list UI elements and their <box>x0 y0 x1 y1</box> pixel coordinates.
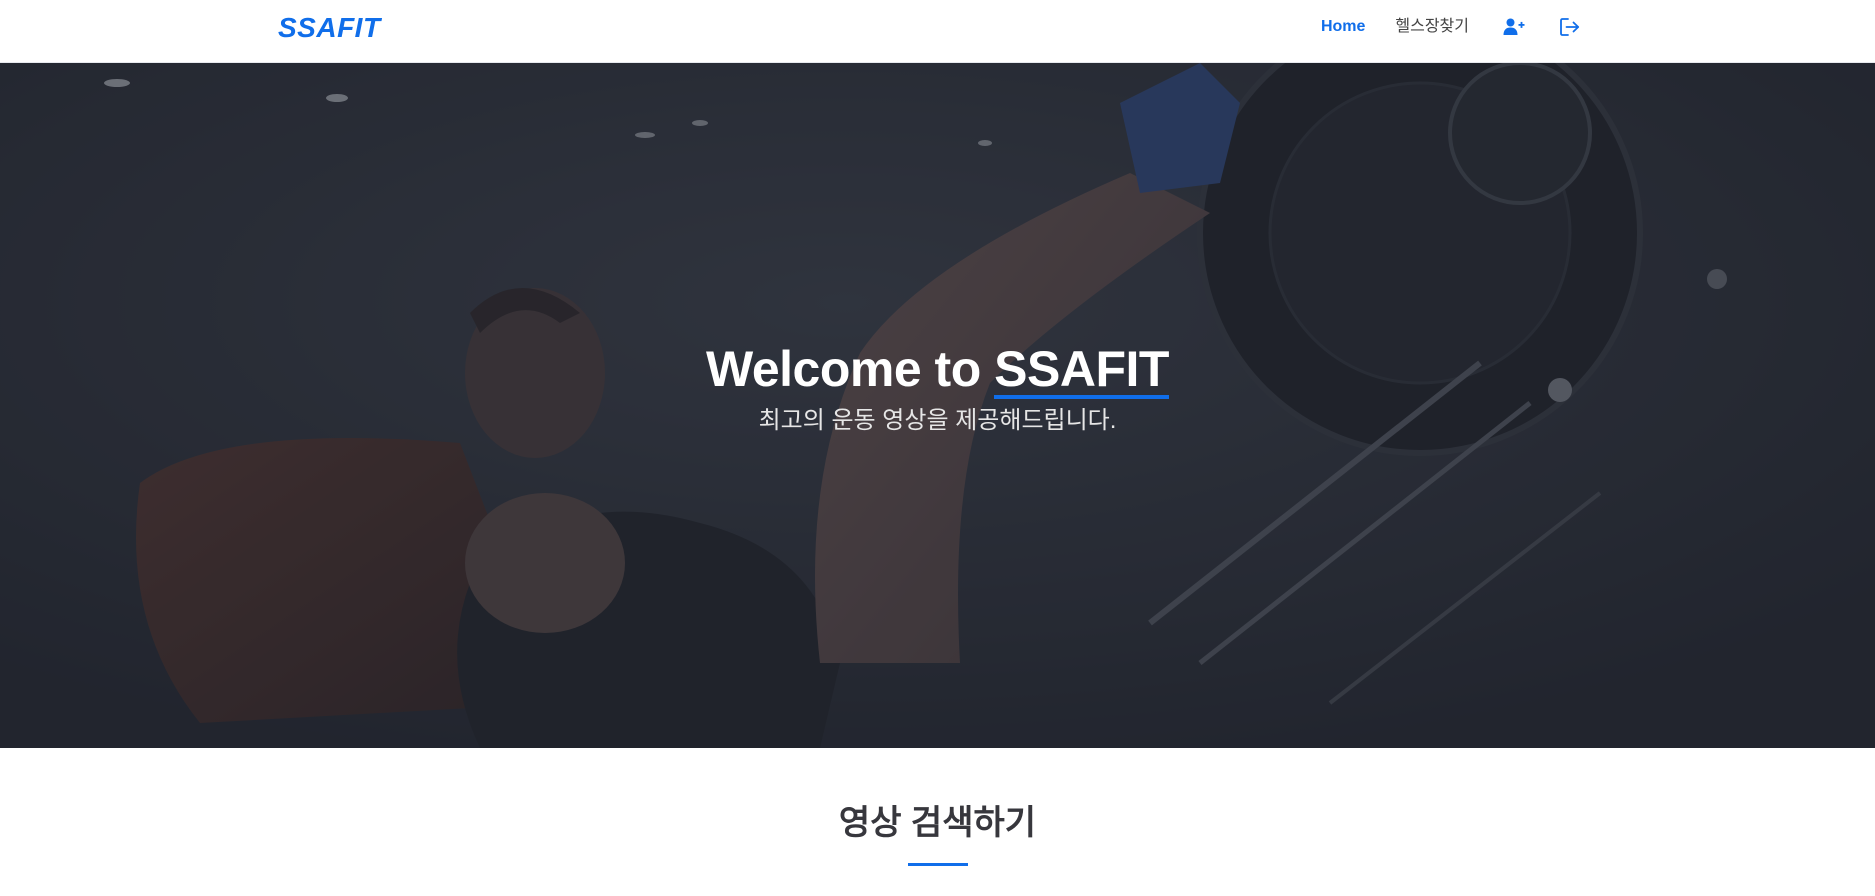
hero-section: Welcome to SSAFIT 최고의 운동 영상을 제공해드립니다. <box>0 63 1875 748</box>
site-logo[interactable]: SSAFIT <box>278 12 381 44</box>
user-plus-icon[interactable] <box>1503 16 1525 38</box>
hero-content: Welcome to SSAFIT 최고의 운동 영상을 제공해드립니다. <box>0 338 1875 436</box>
video-search-section: 영상 검색하기 <box>0 748 1875 896</box>
hero-title-brand: SSAFIT <box>994 341 1169 399</box>
hero-title: Welcome to SSAFIT <box>0 338 1875 400</box>
nav-home-link[interactable]: Home <box>1321 17 1365 37</box>
section-title: 영상 검색하기 <box>838 804 1037 842</box>
sign-out-icon[interactable] <box>1559 16 1581 38</box>
section-title-underline <box>908 863 968 866</box>
main-nav: Home 헬스장찾기 <box>1291 0 1581 54</box>
nav-gym-finder-link[interactable]: 헬스장찾기 <box>1395 17 1469 37</box>
site-header: SSAFIT Home 헬스장찾기 <box>0 0 1875 63</box>
hero-subtitle: 최고의 운동 영상을 제공해드립니다. <box>758 407 1117 434</box>
hero-title-prefix: Welcome to <box>706 341 995 397</box>
